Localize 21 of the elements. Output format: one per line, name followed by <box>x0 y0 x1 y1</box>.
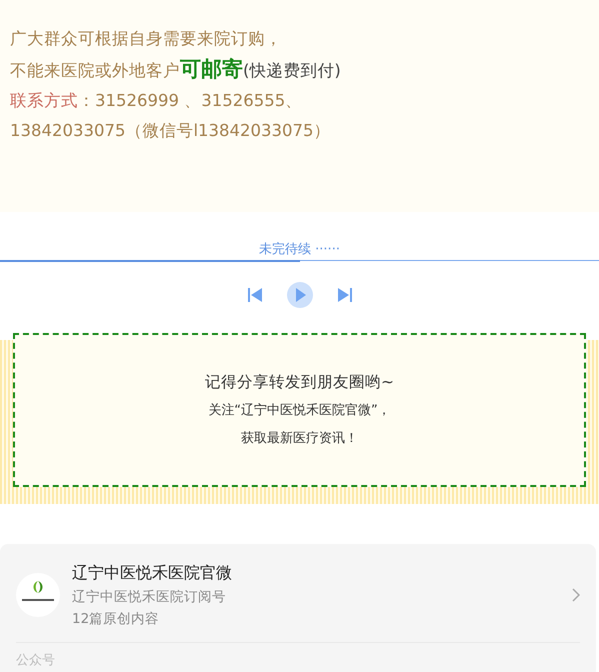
mail-highlight: 可邮寄 <box>180 57 243 81</box>
account-card[interactable]: 辽宁中医悦禾医院官微 辽宁中医悦禾医院订阅号 12篇原创内容 公众号 <box>0 544 596 672</box>
continued-caption: 未完待续 ······ <box>259 242 340 257</box>
account-footer: 公众号 <box>16 643 580 669</box>
shipping-note: (快递费到付) <box>243 61 341 80</box>
notice-text: ：31526999 、31526555、 <box>78 91 302 110</box>
share-text: 关注“辽宁中医悦禾医院官微”， <box>208 402 391 420</box>
play-icon[interactable] <box>286 282 312 308</box>
avatar-logo <box>16 573 60 617</box>
share-text: 记得分享转发到朋友圈哟~ <box>205 372 394 393</box>
share-text: 获取最新医疗资讯！ <box>241 430 358 448</box>
notice-text: 广大群众可根据自身需要来院订购， <box>10 29 282 48</box>
account-type: 辽宁中医悦禾医院订阅号 <box>72 588 227 607</box>
contact-label: 联系方式 <box>10 91 78 110</box>
previous-icon[interactable] <box>246 287 262 303</box>
original-count: 12篇原创内容 <box>72 610 160 629</box>
chevron-right-icon <box>572 588 580 602</box>
notice-text: 13842033075（微信号l13842033075） <box>10 121 331 140</box>
account-name: 辽宁中医悦禾医院官微 <box>72 562 233 584</box>
next-icon[interactable] <box>336 287 352 303</box>
notice-text: 不能来医院或外地客户 <box>10 61 180 80</box>
